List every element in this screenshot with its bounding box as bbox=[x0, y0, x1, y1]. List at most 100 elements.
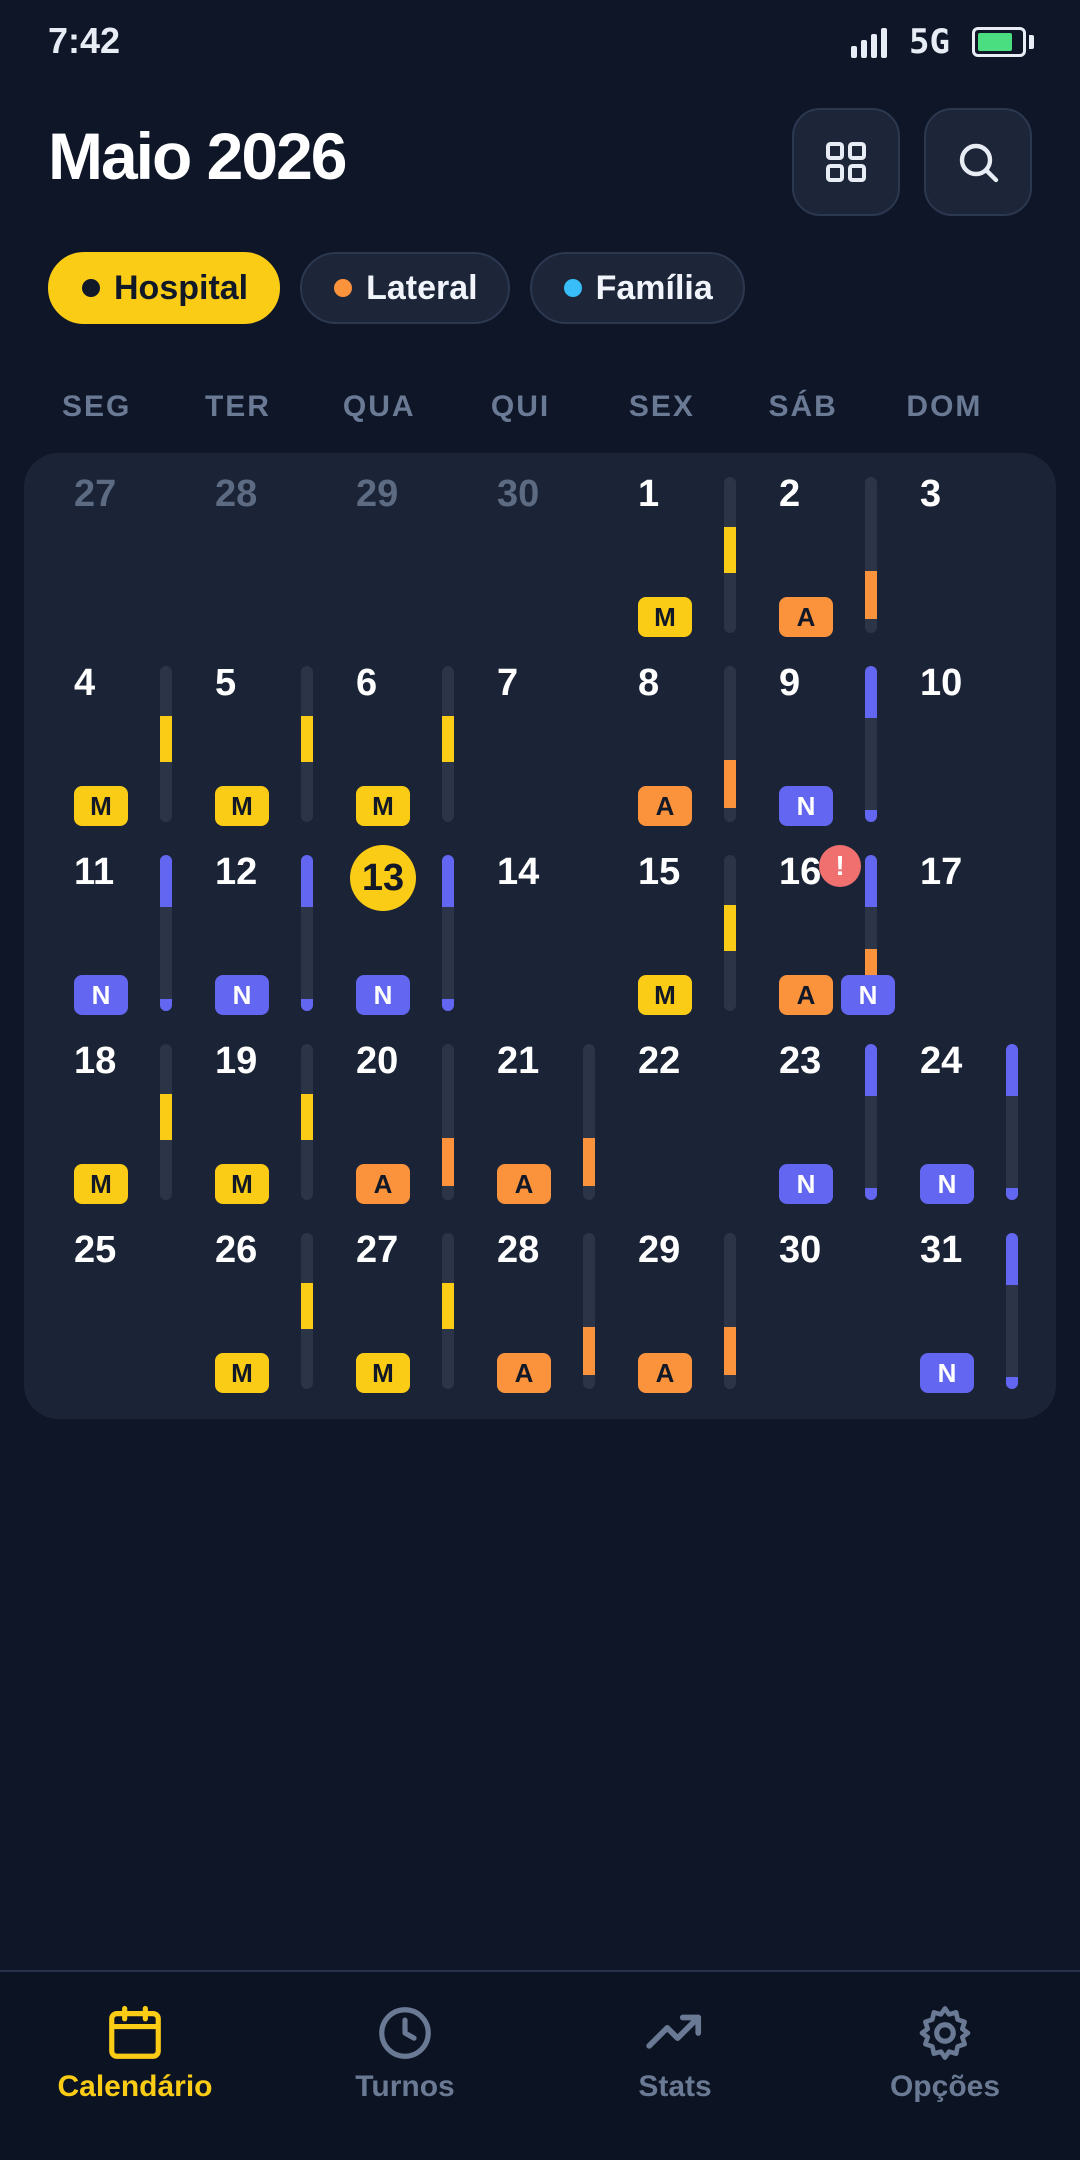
calendar-day-cell[interactable]: 8A bbox=[614, 652, 755, 840]
shift-bar-segment bbox=[442, 716, 454, 762]
shift-badges: M bbox=[215, 786, 269, 826]
search-button[interactable] bbox=[924, 108, 1032, 216]
calendar-day-cell[interactable]: 20 A bbox=[332, 1030, 473, 1218]
weekday-label: SEG bbox=[61, 390, 132, 423]
calendar-day-cell[interactable]: 11 N bbox=[50, 841, 191, 1029]
shift-bar-segment bbox=[865, 810, 877, 822]
day-number: 27 bbox=[74, 473, 117, 515]
shift-time-bar bbox=[724, 477, 736, 633]
calendar-day-cell[interactable]: 5M bbox=[191, 652, 332, 840]
shift-badges: N bbox=[779, 786, 833, 826]
shift-badge: A bbox=[779, 597, 833, 637]
shift-badge: M bbox=[74, 786, 128, 826]
nav-item-calendario[interactable]: Calendário bbox=[0, 1972, 270, 2160]
nav-item-turnos[interactable]: Turnos bbox=[270, 1972, 540, 2160]
calendar-day-cell[interactable]: 31 N bbox=[896, 1219, 1037, 1407]
chip-lateral[interactable]: Lateral bbox=[300, 252, 510, 324]
calendar-day-cell[interactable]: 6M bbox=[332, 652, 473, 840]
calendar-day-cell[interactable]: 16! A N bbox=[755, 841, 896, 1029]
shift-badge: N bbox=[74, 975, 128, 1015]
day-number: 5 bbox=[215, 662, 237, 704]
shift-badges: N bbox=[74, 975, 128, 1015]
calendar-day-cell[interactable]: 18 M bbox=[50, 1030, 191, 1218]
shift-bar-segment bbox=[1006, 1233, 1018, 1285]
chip-dot bbox=[334, 279, 353, 297]
day-number: 7 bbox=[497, 662, 519, 704]
calendar-day-cell[interactable]: 3 bbox=[896, 463, 1037, 651]
calendar-day-cell[interactable]: 4M bbox=[50, 652, 191, 840]
shift-badges: A bbox=[638, 1353, 692, 1393]
day-number: 31 bbox=[920, 1229, 963, 1271]
calendar-day-cell[interactable]: 26 M bbox=[191, 1219, 332, 1407]
shift-badge: N bbox=[779, 1164, 833, 1204]
calendar-day-cell[interactable]: 19 M bbox=[191, 1030, 332, 1218]
calendar-day-cell[interactable]: 21 A bbox=[473, 1030, 614, 1218]
calendar-day-cell[interactable]: 22 bbox=[614, 1030, 755, 1218]
shift-badge: N bbox=[920, 1353, 974, 1393]
shift-bar-segment bbox=[301, 716, 313, 762]
shift-time-bar bbox=[583, 1044, 595, 1200]
calendar-day-cell[interactable]: 14 bbox=[473, 841, 614, 1029]
shift-badges: A bbox=[779, 597, 833, 637]
day-number: 6 bbox=[356, 662, 378, 704]
day-number: 29 bbox=[356, 473, 399, 515]
grid-view-button[interactable] bbox=[792, 108, 900, 216]
calendar-day-cell[interactable]: 23 N bbox=[755, 1030, 896, 1218]
calendar-day-cell[interactable]: 30 bbox=[755, 1219, 896, 1407]
calendar-day-cell[interactable]: 1M bbox=[614, 463, 755, 651]
calendar-day-cell[interactable]: 24 N bbox=[896, 1030, 1037, 1218]
calendar-day-cell[interactable]: 10 bbox=[896, 652, 1037, 840]
shift-time-bar bbox=[301, 1233, 313, 1389]
shift-bar-segment bbox=[724, 905, 736, 951]
nav-item-stats[interactable]: Stats bbox=[540, 1972, 810, 2160]
day-number: 24 bbox=[920, 1040, 963, 1082]
day-number: 28 bbox=[497, 1229, 540, 1271]
shift-badges: AN bbox=[779, 975, 895, 1015]
chip-label: Família bbox=[595, 268, 713, 307]
shift-bar-segment bbox=[724, 1327, 736, 1375]
page-title: Maio 2026 bbox=[48, 119, 347, 193]
nav-label: Calendário bbox=[57, 2070, 213, 2103]
calendar-day-cell[interactable]: 27 M bbox=[332, 1219, 473, 1407]
calendar-day-cell[interactable]: 15 M bbox=[614, 841, 755, 1029]
calendar-day-cell[interactable]: 27 bbox=[50, 463, 191, 651]
shift-badges: A bbox=[497, 1353, 551, 1393]
shift-badge: M bbox=[215, 1164, 269, 1204]
calendar-day-cell[interactable]: 12 N bbox=[191, 841, 332, 1029]
day-number: 15 bbox=[638, 851, 681, 893]
nav-item-opcoes[interactable]: Opções bbox=[810, 1972, 1080, 2160]
calendar-day-cell[interactable]: 2A bbox=[755, 463, 896, 651]
calendar-day-cell[interactable]: 28 bbox=[191, 463, 332, 651]
calendar-day-cell[interactable]: 17 bbox=[896, 841, 1037, 1029]
shift-bar-segment bbox=[865, 1188, 877, 1200]
calendar-day-cell[interactable]: 29 bbox=[332, 463, 473, 651]
shift-badge: N bbox=[841, 975, 895, 1015]
shift-bar-segment bbox=[301, 1283, 313, 1329]
calendar-day-cell[interactable]: 29 A bbox=[614, 1219, 755, 1407]
day-number: 26 bbox=[215, 1229, 258, 1271]
day-number: 27 bbox=[356, 1229, 399, 1271]
shift-bar-segment bbox=[301, 999, 313, 1011]
calendar-day-cell[interactable]: 9N bbox=[755, 652, 896, 840]
shift-time-bar bbox=[583, 1233, 595, 1389]
shift-bar-segment bbox=[1006, 1377, 1018, 1389]
shift-time-bar bbox=[865, 1044, 877, 1200]
shift-badges: M bbox=[356, 1353, 410, 1393]
calendar-day-cell[interactable]: 25 bbox=[50, 1219, 191, 1407]
chip-hospital[interactable]: Hospital bbox=[48, 252, 281, 324]
shift-badge: A bbox=[779, 975, 833, 1015]
calendar-day-cell[interactable]: 7 bbox=[473, 652, 614, 840]
shift-badge: M bbox=[74, 1164, 128, 1204]
day-number: 30 bbox=[497, 473, 540, 515]
shift-bar-segment bbox=[724, 760, 736, 808]
shift-badge: M bbox=[356, 1353, 410, 1393]
chip-dot bbox=[563, 279, 582, 297]
calendar-day-cell[interactable]: 13 N bbox=[332, 841, 473, 1029]
shift-badges: N bbox=[920, 1164, 974, 1204]
shift-badge: M bbox=[215, 1353, 269, 1393]
day-number: 29 bbox=[638, 1229, 681, 1271]
chip-familia[interactable]: Família bbox=[529, 252, 745, 324]
calendar-day-cell[interactable]: 28 A bbox=[473, 1219, 614, 1407]
shift-badges: M bbox=[215, 1353, 269, 1393]
calendar-day-cell[interactable]: 30 bbox=[473, 463, 614, 651]
